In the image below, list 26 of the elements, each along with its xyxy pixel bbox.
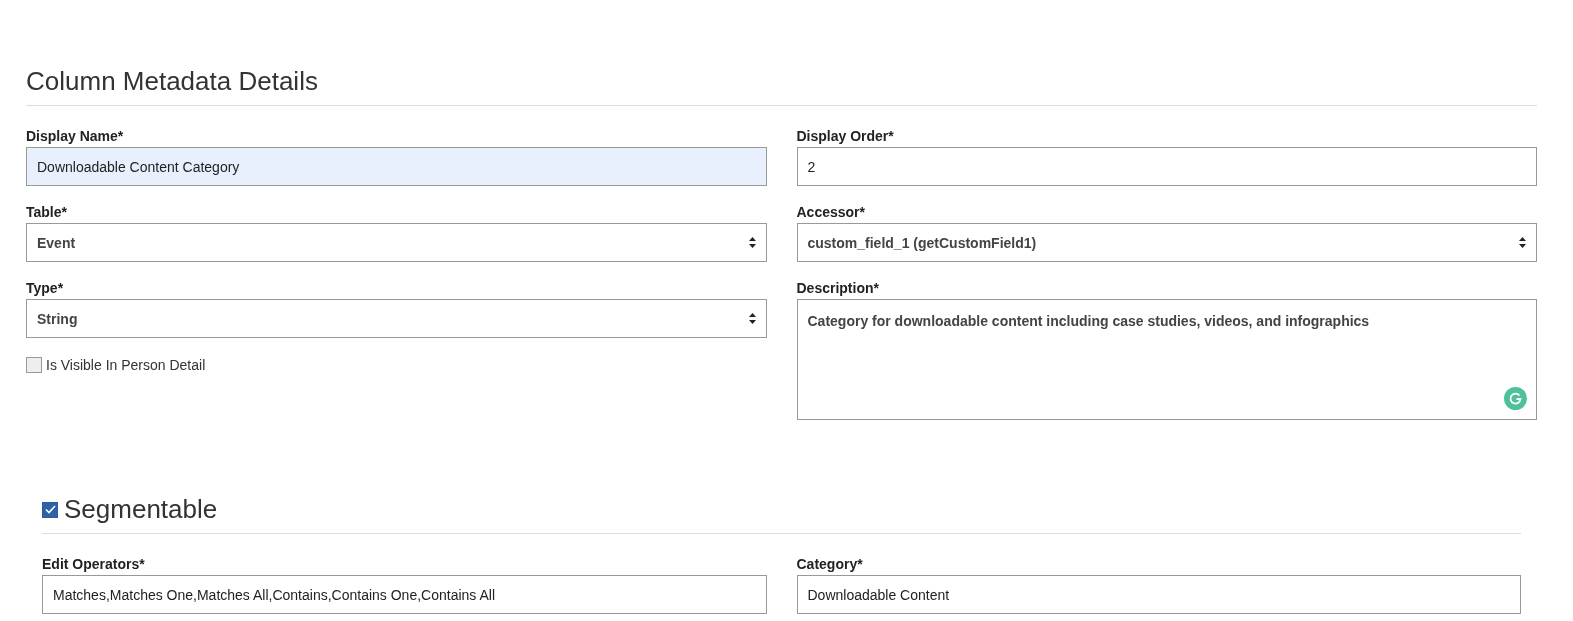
checkbox-label: Is Visible In Person Detail xyxy=(46,357,206,373)
checkbox[interactable] xyxy=(42,501,58,518)
select-dropdown[interactable]: custom_field_1 (getCustomField1) xyxy=(796,223,1537,262)
grammar-assistant-icon[interactable] xyxy=(1504,387,1527,410)
section-title: Segmentable xyxy=(64,494,218,525)
text-input[interactable]: 2 xyxy=(796,147,1537,186)
field-label: Type* xyxy=(26,280,65,296)
checkmark-icon xyxy=(44,505,56,514)
field-label: Accessor* xyxy=(796,204,866,220)
select-arrows-icon xyxy=(748,237,756,248)
select-dropdown[interactable]: String xyxy=(26,299,767,338)
select-dropdown[interactable]: Event xyxy=(26,223,767,262)
select-arrows-icon xyxy=(748,313,756,324)
checkbox[interactable] xyxy=(26,357,42,373)
text-input[interactable]: Downloadable Content Category xyxy=(26,147,767,186)
section-title: Column Metadata Details xyxy=(26,66,1537,106)
field-label: Category* xyxy=(796,556,864,572)
field-label: Edit Operators* xyxy=(42,556,146,572)
field-label: Description* xyxy=(796,280,880,296)
field-label: Display Name* xyxy=(26,128,125,144)
textarea-field[interactable]: Category for downloadable content including case studies, videos, and infographics xyxy=(796,299,1537,420)
text-input[interactable]: Matches,Matches One,Matches All,Contains,Contains One,Contains All xyxy=(42,575,767,614)
field-label: Display Order* xyxy=(796,128,895,144)
select-arrows-icon xyxy=(1519,237,1526,248)
field-label: Table* xyxy=(26,204,68,220)
text-input[interactable]: Downloadable Content xyxy=(796,575,1521,614)
